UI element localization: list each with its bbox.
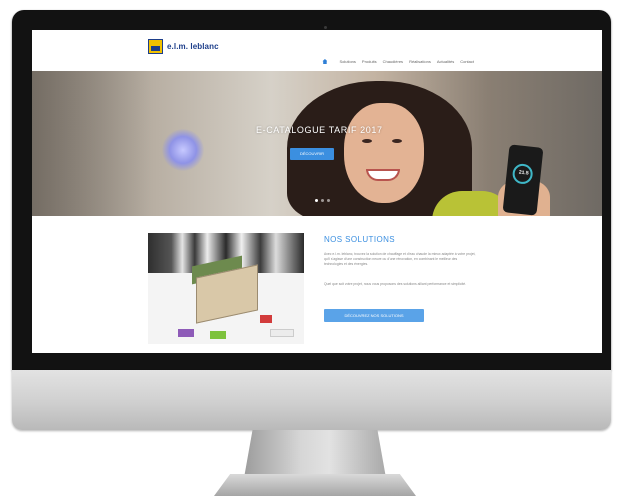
woman-eye-left <box>362 139 372 143</box>
logo-mark-icon <box>148 38 163 54</box>
paper-sheet <box>270 329 294 337</box>
color-swatch <box>260 315 272 323</box>
color-swatch <box>210 331 226 339</box>
monitor-stand-neck <box>244 430 386 478</box>
slider-dot-3[interactable] <box>326 199 330 202</box>
woman-face <box>344 103 424 203</box>
hero-title: E-CATALOGUE TARIF 2017 <box>256 125 383 135</box>
slider-dot-1[interactable] <box>314 199 318 202</box>
camera-icon <box>324 26 327 29</box>
nav-item-chaudieres[interactable]: Chaudières <box>383 59 403 64</box>
solutions-paragraph-1: Avec e.l.m. leblanc, trouvez la solution… <box>324 252 476 266</box>
hero-banner: 21.5 E-CATALOGUE TARIF 2017 DÉCOUVRIR <box>32 71 602 216</box>
main-nav: Solutions Produits Chaudières Réalisatio… <box>322 59 474 64</box>
nav-item-actualites[interactable]: Actualités <box>437 59 454 64</box>
slider-dots <box>313 199 331 202</box>
site-header: e.l.m. leblanc Solutions Produits Chaudi… <box>32 30 602 72</box>
smartphone: 21.5 <box>502 144 544 216</box>
color-swatch <box>178 329 194 337</box>
imac-mockup: e.l.m. leblanc Solutions Produits Chaudi… <box>0 0 619 501</box>
solutions-paragraph-2: Quel que soit votre projet, nous vous pr… <box>324 282 467 286</box>
site-logo[interactable]: e.l.m. leblanc <box>148 38 219 54</box>
woman-eye-right <box>392 139 402 143</box>
solutions-image <box>148 233 304 344</box>
monitor-chin <box>12 370 611 430</box>
nav-item-contact[interactable]: Contact <box>460 59 474 64</box>
discover-button[interactable]: DÉCOUVRIR <box>290 148 334 160</box>
nav-item-solutions[interactable]: Solutions <box>339 59 355 64</box>
solutions-title: NOS SOLUTIONS <box>324 235 395 244</box>
monitor-stand-foot <box>214 474 416 496</box>
logo-text: e.l.m. leblanc <box>167 41 219 51</box>
nav-item-produits[interactable]: Produits <box>362 59 377 64</box>
light-glow <box>162 129 204 171</box>
website-screen: e.l.m. leblanc Solutions Produits Chaudi… <box>32 30 602 353</box>
nav-item-realisations[interactable]: Réalisations <box>409 59 431 64</box>
discover-solutions-button[interactable]: DÉCOUVREZ NOS SOLUTIONS <box>324 309 424 322</box>
hero-background-shade <box>32 71 152 216</box>
home-icon[interactable] <box>322 59 328 64</box>
slider-dot-2[interactable] <box>320 199 324 202</box>
